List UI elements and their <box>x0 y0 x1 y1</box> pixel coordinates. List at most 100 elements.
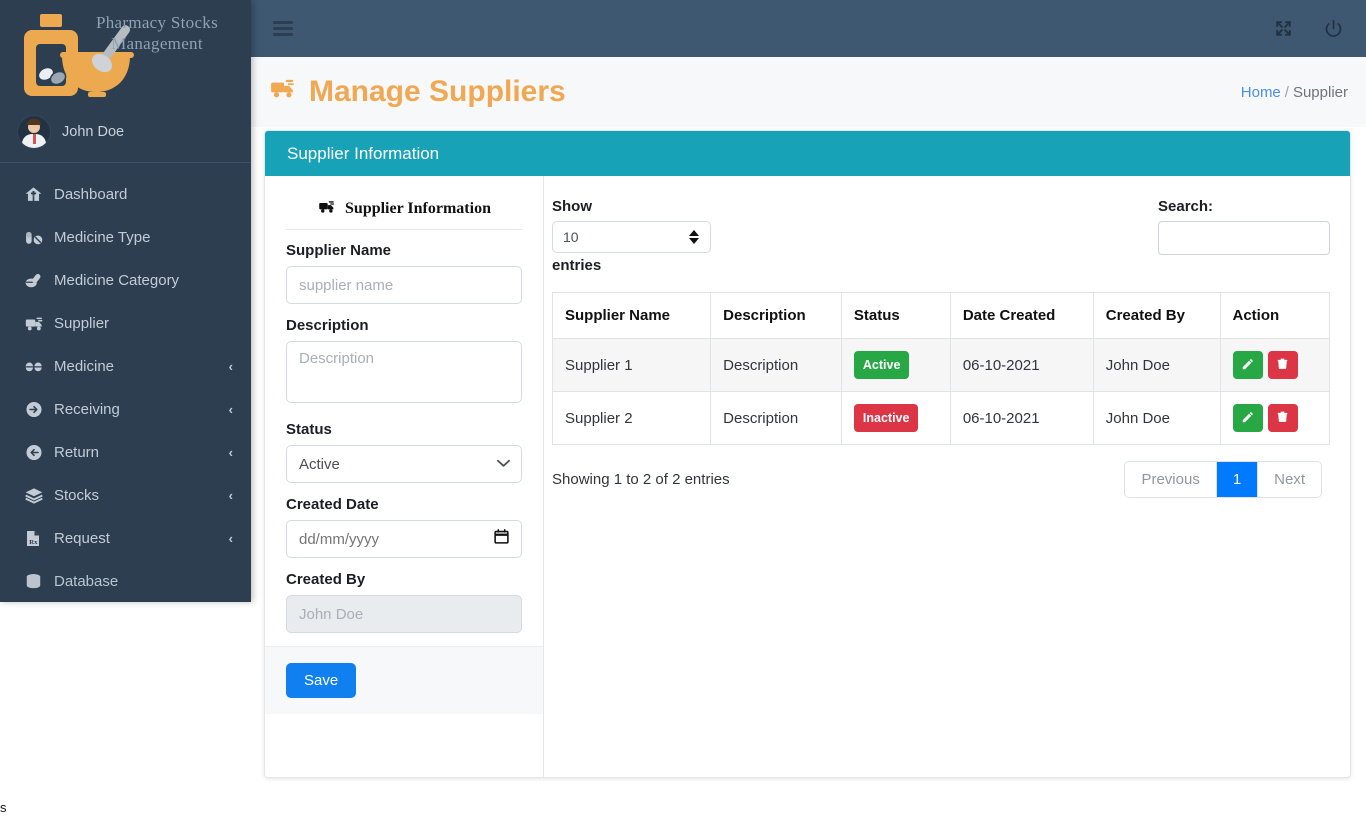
table-header-row: Supplier Name Description Status Date Cr… <box>551 292 1330 339</box>
sidebar-item-label: Supplier <box>54 315 110 332</box>
status-group: Status Active <box>286 421 522 483</box>
app-root: Pharmacy Stocks Management John Doe Dash… <box>0 0 1366 820</box>
trash-icon <box>1276 410 1289 427</box>
column-header-date-created[interactable]: Date Created <box>949 292 1094 339</box>
supplier-form: Supplier Information Supplier Name Descr… <box>265 176 544 777</box>
supplier-card: Supplier Information Supplier Informatio… <box>264 130 1351 778</box>
chevron-left-icon: ‹ <box>228 488 233 503</box>
form-legend: Supplier Information <box>286 198 522 230</box>
created-by-label: Created By <box>286 571 366 588</box>
breadcrumb-separator: / <box>1284 83 1289 101</box>
chevron-left-icon: ‹ <box>228 531 233 546</box>
description-group: Description <box>286 317 522 408</box>
capsules-icon <box>24 357 54 376</box>
sidebar-menu: Dashboard Medicine Type Medicine Categor… <box>0 173 251 602</box>
page-header: Manage Suppliers Home / Supplier <box>251 57 1366 127</box>
cell-date-created: 06-10-2021 <box>949 391 1094 445</box>
search-control: Search: <box>1158 198 1330 255</box>
database-icon <box>24 572 54 591</box>
sidebar-item-label: Receiving <box>54 401 120 418</box>
sidebar-item-label: Medicine Category <box>54 272 180 289</box>
status-label: Status <box>286 421 332 438</box>
pencil-icon <box>1241 357 1255 374</box>
sidebar-item-dashboard[interactable]: Dashboard <box>0 173 251 216</box>
pagination-page-1[interactable]: 1 <box>1216 462 1259 497</box>
column-header-action[interactable]: Action <box>1219 292 1330 339</box>
power-off-icon[interactable] <box>1323 18 1344 39</box>
cell-status: Active <box>840 338 951 392</box>
description-textarea[interactable] <box>286 341 522 403</box>
page-length-select[interactable]: 10 <box>552 221 711 253</box>
sidebar-item-stocks[interactable]: Stocks ‹ <box>0 474 251 517</box>
sidebar-item-label: Medicine Type <box>54 229 151 246</box>
created-date-input[interactable] <box>286 520 522 558</box>
brand-name-line1: Pharmacy Stocks <box>95 13 219 32</box>
form-legend-text: Supplier Information <box>345 200 491 217</box>
arrow-left-circle-icon <box>24 443 54 462</box>
topbar-actions <box>1274 18 1344 39</box>
table-info: Showing 1 to 2 of 2 entries <box>552 471 730 488</box>
truck-icon <box>267 75 299 109</box>
pagination-next[interactable]: Next <box>1258 462 1321 497</box>
show-label: Show <box>552 198 592 215</box>
stray-text: s <box>0 800 7 815</box>
table-body: Supplier 1 Description Active 06-10-2021… <box>551 338 1330 445</box>
created-date-label: Created Date <box>286 496 379 513</box>
column-header-created-by[interactable]: Created By <box>1092 292 1221 339</box>
status-select[interactable]: Active <box>286 445 522 483</box>
sidebar-item-request[interactable]: Rx Request ‹ <box>0 517 251 560</box>
sidebar-item-label: Return <box>54 444 100 461</box>
svg-text:Rx: Rx <box>29 539 38 546</box>
sidebar-item-receiving[interactable]: Receiving ‹ <box>0 388 251 431</box>
sidebar-item-label: Request <box>54 530 110 547</box>
supplier-table-section: Show 10 entries Search: Supplier Name De… <box>544 176 1350 777</box>
brand-header[interactable]: Pharmacy Stocks Management <box>0 0 251 112</box>
truck-icon <box>24 314 54 333</box>
status-badge: Inactive <box>853 404 919 432</box>
search-input[interactable] <box>1158 221 1330 255</box>
chevron-left-icon: ‹ <box>228 402 233 417</box>
sidebar-user[interactable]: John Doe <box>0 112 251 162</box>
sidebar-item-medicine[interactable]: Medicine ‹ <box>0 345 251 388</box>
cell-status: Inactive <box>840 391 951 445</box>
layers-icon <box>24 486 54 505</box>
pagination-previous[interactable]: Previous <box>1125 462 1217 497</box>
delete-button[interactable] <box>1267 351 1298 379</box>
sidebar-item-label: Database <box>54 573 119 590</box>
sidebar-item-database[interactable]: Database <box>0 560 251 602</box>
page-title: Manage Suppliers <box>267 75 566 109</box>
card-header: Supplier Information <box>265 131 1350 176</box>
sidebar-divider <box>0 162 251 163</box>
capsule-pill-icon <box>24 228 54 247</box>
page-title-text: Manage Suppliers <box>309 75 566 108</box>
home-plus-icon <box>24 185 54 204</box>
hamburger-icon[interactable] <box>273 18 293 39</box>
edit-button[interactable] <box>1232 404 1263 432</box>
supplier-name-input[interactable] <box>286 266 522 304</box>
column-header-supplier-name[interactable]: Supplier Name <box>551 292 712 339</box>
sidebar-item-medicine-category[interactable]: Medicine Category <box>0 259 251 302</box>
arrow-right-circle-icon <box>24 400 54 419</box>
fullscreen-expand-icon[interactable] <box>1274 19 1293 38</box>
sidebar-item-medicine-type[interactable]: Medicine Type <box>0 216 251 259</box>
column-header-status[interactable]: Status <box>840 292 951 339</box>
card-header-title: Supplier Information <box>287 143 440 163</box>
breadcrumb-home[interactable]: Home <box>1241 84 1281 101</box>
sidebar-item-return[interactable]: Return ‹ <box>0 431 251 474</box>
cell-created-by: John Doe <box>1092 338 1221 392</box>
user-name: John Doe <box>62 124 125 140</box>
status-badge: Active <box>853 351 910 379</box>
column-header-description[interactable]: Description <box>710 292 842 339</box>
sidebar-item-supplier[interactable]: Supplier <box>0 302 251 345</box>
topbar <box>251 0 1366 57</box>
delete-button[interactable] <box>1267 404 1298 432</box>
sidebar-item-label: Dashboard <box>54 186 128 203</box>
entries-label: entries <box>552 257 602 274</box>
supplier-name-label: Supplier Name <box>286 242 392 259</box>
form-footer: Save <box>265 646 543 714</box>
cell-action <box>1219 338 1330 392</box>
brand-name: Pharmacy Stocks Management <box>62 12 251 54</box>
edit-button[interactable] <box>1232 351 1263 379</box>
save-button[interactable]: Save <box>286 663 357 698</box>
cell-action <box>1219 391 1330 445</box>
